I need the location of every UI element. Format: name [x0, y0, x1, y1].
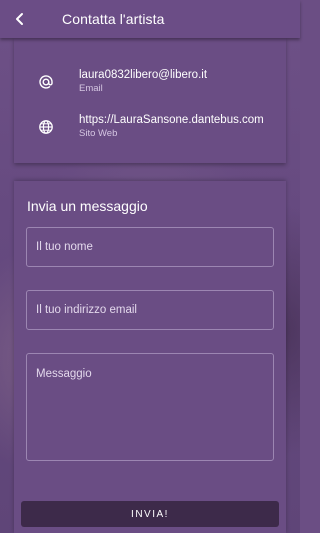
email-label: Email — [79, 83, 103, 94]
globe-icon — [36, 117, 56, 137]
email-field[interactable]: Il tuo indirizzo email — [26, 290, 274, 330]
message-field[interactable]: Messaggio — [26, 353, 274, 461]
message-form-card: Invia un messaggio Il tuo nome Il tuo in… — [14, 181, 286, 533]
back-button[interactable] — [0, 0, 40, 38]
message-form-title: Invia un messaggio — [27, 198, 148, 214]
website-value: https://LauraSansone.dantebus.com — [79, 114, 264, 126]
app-bar: Contatta l'artista — [0, 0, 300, 38]
page-title: Contatta l'artista — [62, 11, 165, 27]
email-value: laura0832libero@libero.it — [79, 69, 208, 81]
email-row[interactable]: laura0832libero@libero.it Email — [14, 68, 286, 108]
email-placeholder: Il tuo indirizzo email — [36, 304, 137, 316]
at-sign-icon — [36, 72, 56, 92]
chevron-left-icon — [16, 13, 23, 25]
message-placeholder: Messaggio — [36, 368, 92, 380]
name-field[interactable]: Il tuo nome — [26, 227, 274, 267]
website-label: Sito Web — [79, 128, 118, 139]
website-row[interactable]: https://LauraSansone.dantebus.com Sito W… — [14, 113, 286, 153]
contact-info-card: laura0832libero@libero.it Email https://… — [14, 38, 286, 163]
send-button[interactable]: INVIA! — [21, 501, 279, 527]
name-placeholder: Il tuo nome — [36, 241, 93, 253]
